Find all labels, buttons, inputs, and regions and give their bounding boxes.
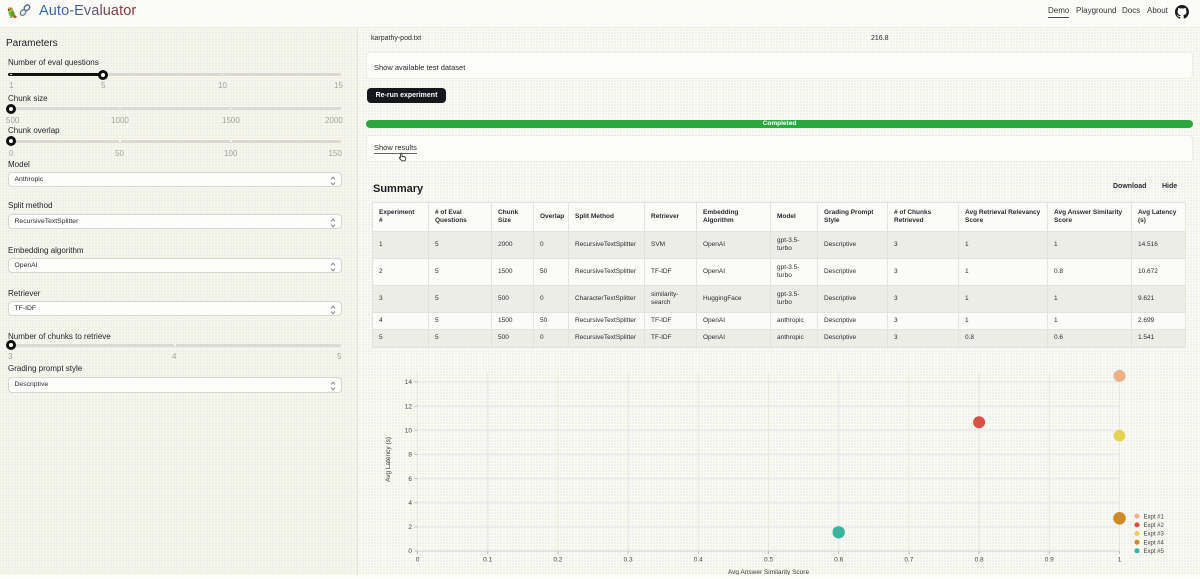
svg-text:0.4: 0.4 (694, 557, 703, 564)
svg-text:14: 14 (405, 379, 413, 386)
svg-text:0.5: 0.5 (764, 557, 773, 564)
svg-text:Expt #4: Expt #4 (1144, 540, 1165, 546)
svg-text:10: 10 (405, 428, 413, 435)
svg-text:Expt #3: Expt #3 (1144, 532, 1165, 538)
svg-text:Expt #2: Expt #2 (1144, 523, 1165, 529)
svg-text:2: 2 (408, 524, 412, 531)
svg-text:0.8: 0.8 (975, 557, 984, 564)
svg-text:0.7: 0.7 (904, 557, 913, 564)
svg-text:12: 12 (405, 403, 413, 410)
svg-text:1: 1 (1118, 557, 1122, 564)
svg-text:Avg Latency (s): Avg Latency (s) (385, 437, 392, 482)
svg-text:6: 6 (408, 476, 412, 483)
svg-text:0.9: 0.9 (1045, 557, 1054, 564)
svg-text:4: 4 (408, 500, 412, 507)
svg-text:Expt #5: Expt #5 (1144, 549, 1165, 555)
svg-text:0.2: 0.2 (553, 557, 562, 564)
svg-text:Expt #1: Expt #1 (1144, 514, 1165, 520)
svg-text:8: 8 (408, 452, 412, 459)
svg-text:0: 0 (416, 557, 420, 564)
svg-text:0: 0 (408, 548, 412, 555)
svg-text:0.1: 0.1 (483, 557, 492, 564)
svg-text:0.3: 0.3 (624, 557, 633, 564)
svg-text:0.6: 0.6 (834, 557, 843, 564)
